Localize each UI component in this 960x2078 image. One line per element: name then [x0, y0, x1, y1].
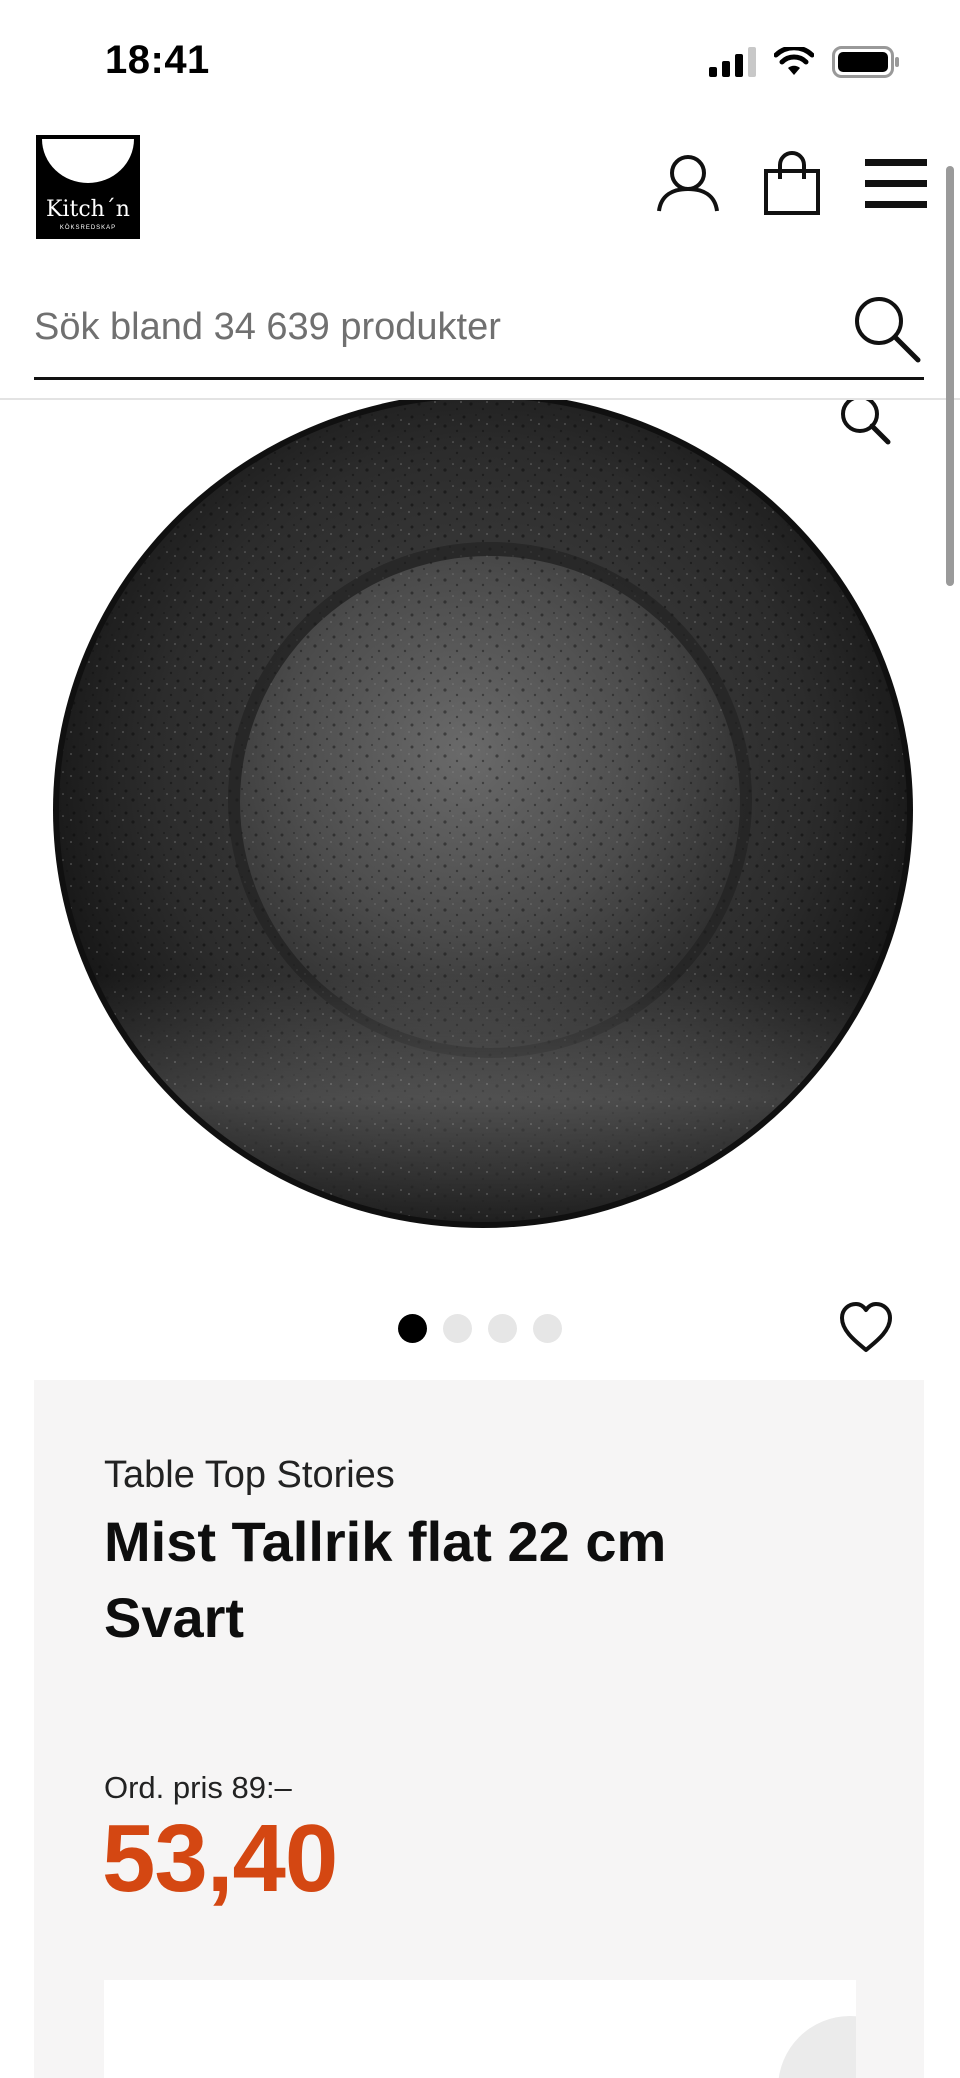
variant-selector[interactable] — [104, 1980, 856, 2078]
status-time: 18:41 — [105, 38, 210, 82]
product-image-gallery[interactable] — [0, 400, 960, 1260]
battery-icon — [832, 46, 899, 78]
cart-button[interactable] — [758, 150, 826, 218]
search-button[interactable] — [848, 290, 924, 366]
search-icon — [855, 297, 921, 363]
status-bar: 18:41 — [0, 0, 960, 120]
logo-subtext: KÖKSREDSKAP — [59, 225, 117, 231]
cellular-signal-icon — [709, 47, 756, 77]
original-price: Ord. pris 89:– — [104, 1770, 292, 1805]
logo-text: Kitch´n — [46, 197, 130, 222]
wifi-icon — [774, 47, 814, 75]
sale-price: 53,40 — [102, 1805, 338, 1912]
status-icons — [709, 46, 900, 78]
search-input[interactable] — [34, 292, 834, 362]
kitchn-logo[interactable]: Kitch´n KÖKSREDSKAP — [36, 135, 140, 239]
product-brand[interactable]: Table Top Stories — [104, 1454, 395, 1497]
menu-icon — [865, 159, 927, 208]
header-icons — [654, 150, 930, 218]
zoom-icon[interactable] — [834, 400, 894, 450]
product-title: Mist Tallrik flat 22 cm Svart — [104, 1510, 667, 1649]
site-header: Kitch´n KÖKSREDSKAP — [0, 120, 960, 400]
gallery-dot[interactable] — [443, 1314, 472, 1343]
heart-icon — [840, 1302, 892, 1352]
favorite-button[interactable] — [836, 1298, 896, 1358]
variant-action-button[interactable] — [778, 2016, 856, 2078]
gallery-dot[interactable] — [398, 1314, 427, 1343]
gallery-dots — [398, 1314, 562, 1343]
menu-button[interactable] — [862, 150, 930, 218]
gallery-dot[interactable] — [488, 1314, 517, 1343]
search-bar — [34, 280, 924, 380]
product-info-panel: Table Top Stories Mist Tallrik flat 22 c… — [34, 1380, 924, 2078]
cart-icon — [764, 151, 820, 215]
account-icon — [657, 155, 719, 212]
account-button[interactable] — [654, 150, 722, 218]
product-plate-image — [53, 400, 913, 1228]
gallery-dot[interactable] — [533, 1314, 562, 1343]
